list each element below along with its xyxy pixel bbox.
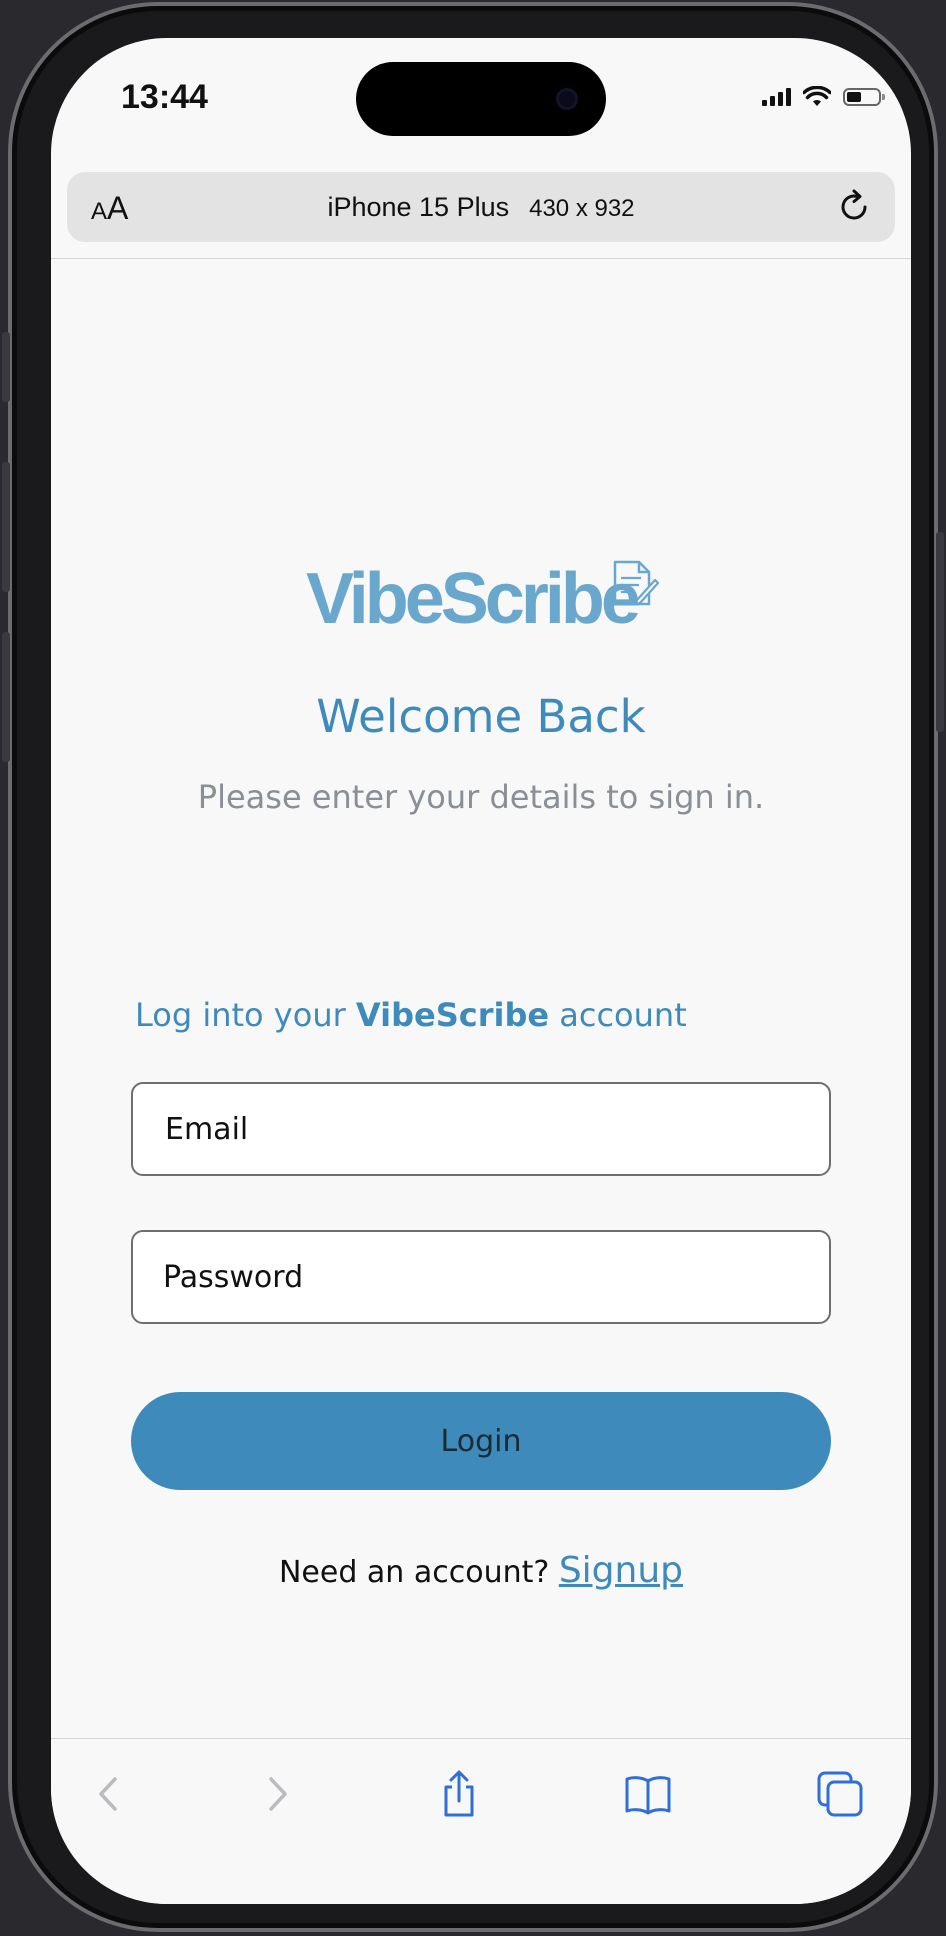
- form-heading: Log into your VibeScribe account: [135, 996, 687, 1034]
- dynamic-island: [356, 62, 606, 136]
- browser-toolbar: [51, 1738, 911, 1904]
- tabs-icon[interactable]: [815, 1769, 865, 1819]
- signup-prompt-line: Need an account? Signup: [51, 1550, 911, 1591]
- signup-prompt: Need an account?: [278, 1555, 559, 1590]
- vibescribe-logo: VibeScribe: [306, 558, 659, 658]
- form-heading-prefix: Log into your: [135, 996, 356, 1034]
- battery-icon: [843, 88, 885, 106]
- form-heading-brand: VibeScribe: [355, 996, 550, 1034]
- phone-frame: 13:44 AA iPhone 15 Plus 430 x 932 VibeSc…: [2, 2, 944, 1932]
- bookmarks-icon[interactable]: [623, 1769, 673, 1819]
- email-field[interactable]: [131, 1082, 831, 1176]
- logo-text: VibeScribe: [306, 559, 641, 639]
- status-time: 13:44: [121, 78, 208, 116]
- action-button: [2, 332, 10, 402]
- back-icon[interactable]: [85, 1769, 135, 1819]
- camera-icon: [556, 88, 578, 110]
- document-pen-icon: [613, 560, 659, 606]
- screen: 13:44 AA iPhone 15 Plus 430 x 932 VibeSc…: [51, 38, 911, 1904]
- volume-up-button: [2, 462, 10, 592]
- divider: [51, 258, 911, 259]
- power-button: [936, 532, 944, 732]
- device-dimensions: 430 x 932: [529, 195, 635, 222]
- device-name: iPhone 15 Plus: [327, 192, 510, 222]
- cellular-signal-icon: [762, 88, 791, 106]
- form-heading-suffix: account: [549, 996, 687, 1034]
- reload-icon[interactable]: [835, 188, 873, 226]
- page-subtitle: Please enter your details to sign in.: [197, 778, 765, 816]
- wifi-icon: [803, 86, 831, 106]
- status-icons: [762, 86, 885, 108]
- address-bar[interactable]: AA iPhone 15 Plus 430 x 932: [67, 172, 895, 242]
- device-label: iPhone 15 Plus 430 x 932: [67, 192, 895, 223]
- volume-down-button: [2, 632, 10, 762]
- signup-link[interactable]: Signup: [559, 1550, 683, 1591]
- forward-icon[interactable]: [251, 1769, 301, 1819]
- password-field[interactable]: [131, 1230, 831, 1324]
- share-icon[interactable]: [434, 1769, 484, 1819]
- login-button[interactable]: Login: [131, 1392, 831, 1490]
- page-title: Welcome Back: [316, 690, 646, 743]
